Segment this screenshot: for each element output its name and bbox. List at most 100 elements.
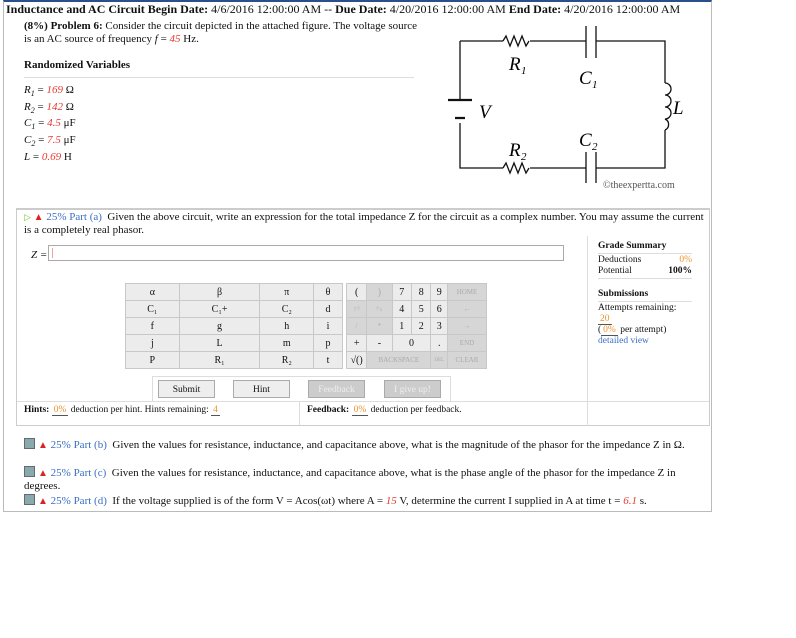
key-variable[interactable]: g <box>178 317 261 335</box>
svg-text:R: R <box>508 54 521 75</box>
key-variable[interactable]: h <box>259 317 315 335</box>
key-variable[interactable]: R₂ <box>259 351 315 369</box>
capacitor-c1-icon <box>585 26 597 58</box>
capacitor-c2-icon <box>585 152 597 183</box>
key-variable[interactable]: j <box>125 334 180 352</box>
key-down[interactable]: ^↓ <box>366 300 393 318</box>
key-6[interactable]: 6 <box>430 300 448 318</box>
key-variable[interactable]: R₁ <box>178 351 261 369</box>
key-up[interactable]: ↑^ <box>345 300 368 318</box>
part-d[interactable]: ▲ 25% Part (d) If the voltage supplied i… <box>24 494 696 508</box>
divider <box>299 401 300 425</box>
key-variable[interactable]: θ <box>313 283 343 301</box>
source-icon <box>448 98 472 120</box>
assignment-header: Inductance and AC Circuit Begin Date: 4/… <box>6 2 681 16</box>
key-variable[interactable]: i <box>313 317 343 335</box>
svg-text:2: 2 <box>592 141 598 153</box>
variable-item: C2 = 7.5 μF <box>24 134 76 149</box>
key-variable[interactable]: π <box>259 283 315 301</box>
problem-statement: (8%) Problem 6: Consider the circuit dep… <box>24 20 418 45</box>
divider <box>587 236 588 426</box>
key-minus[interactable]: - <box>366 334 393 352</box>
part-icon <box>24 438 35 449</box>
svg-text:1: 1 <box>521 65 527 77</box>
divider <box>24 77 414 78</box>
variable-item: R1 = 169 Ω <box>24 84 74 99</box>
variable-item: C1 = 4.5 μF <box>24 117 76 132</box>
resistor-r1-icon <box>502 34 530 48</box>
part-c[interactable]: ▲ 25% Part (c) Given the values for resi… <box>24 466 696 493</box>
variable-item: L = 0.69 H <box>24 150 72 163</box>
key-5[interactable]: 5 <box>410 300 432 318</box>
variable-keypad: α β π θ C₁ C₁+ C₂ d f g h i j Lm p P R₁ R₂ t <box>125 283 343 369</box>
hints-info: Hints: 0% deduction per hint. Hints rema… <box>24 405 220 416</box>
variable-item: R2 = 142 Ω <box>24 100 74 115</box>
answer-input[interactable] <box>48 245 564 261</box>
key-plus[interactable]: + <box>345 334 368 352</box>
key-1[interactable]: 1 <box>391 317 412 335</box>
key-9[interactable]: 9 <box>430 283 448 301</box>
feedback-info: Feedback: 0% deduction per feedback. <box>307 405 462 416</box>
key-sqrt[interactable]: √() <box>345 351 368 369</box>
expand-arrow-icon[interactable]: ▷ <box>24 212 31 222</box>
copyright: ©theexpertta.com <box>603 180 675 191</box>
submit-button[interactable]: Submit <box>158 380 215 398</box>
key-8[interactable]: 8 <box>410 283 432 301</box>
key-variable[interactable]: α <box>125 283 180 301</box>
key-variable[interactable]: p <box>313 334 343 352</box>
key-variable[interactable]: P <box>125 351 180 369</box>
svg-text:L: L <box>672 98 684 119</box>
key-variable[interactable]: β <box>178 283 261 301</box>
give-up-button[interactable]: I give up! <box>384 380 441 398</box>
inductor-icon <box>664 82 672 131</box>
key-variable[interactable]: m <box>259 334 315 352</box>
key-4[interactable]: 4 <box>391 300 412 318</box>
svg-text:2: 2 <box>521 151 527 163</box>
key-clear[interactable]: CLEAR <box>447 351 487 369</box>
key-variable[interactable]: d <box>313 300 343 318</box>
warning-icon: ▲ <box>38 468 48 479</box>
key-del[interactable]: DEL <box>430 351 448 369</box>
warning-icon: ▲ <box>38 496 48 507</box>
key-divide[interactable]: / <box>345 317 368 335</box>
key-dot[interactable]: . <box>430 334 448 352</box>
part-b[interactable]: ▲ 25% Part (b) Given the values for resi… <box>24 438 696 452</box>
randomized-variables-heading: Randomized Variables <box>24 59 131 71</box>
key-variable[interactable]: C₁+ <box>178 300 261 318</box>
key-left[interactable]: ← <box>447 300 487 318</box>
key-0[interactable]: 0 <box>391 334 432 352</box>
key-variable[interactable]: C₂ <box>259 300 315 318</box>
key-variable[interactable]: C₁ <box>125 300 180 318</box>
svg-text:C: C <box>579 130 592 151</box>
key-variable[interactable]: f <box>125 317 180 335</box>
feedback-button[interactable]: Feedback <box>308 380 365 398</box>
key-backspace[interactable]: BACKSPACE <box>366 351 432 369</box>
key-home[interactable]: HOME <box>447 283 487 301</box>
key-rparen[interactable]: ) <box>366 283 393 301</box>
key-7[interactable]: 7 <box>391 283 412 301</box>
warning-icon: ▲ <box>38 440 48 451</box>
part-icon <box>24 466 35 477</box>
key-multiply[interactable]: * <box>366 317 393 335</box>
key-variable[interactable]: t <box>313 351 343 369</box>
svg-text:R: R <box>508 140 521 161</box>
resistor-r2-icon <box>502 161 530 175</box>
key-end[interactable]: END <box>447 334 487 352</box>
warning-icon: ▲ <box>33 212 44 223</box>
svg-text:V: V <box>479 102 493 123</box>
circuit-figure: R1 C1 L V R2 C2 <box>448 26 684 183</box>
part-a-question: ▷ ▲ 25% Part (a) Given the above circuit… <box>24 211 704 236</box>
key-right[interactable]: → <box>447 317 487 335</box>
hint-button[interactable]: Hint <box>233 380 290 398</box>
z-label: Z = <box>31 249 48 261</box>
grade-summary: Grade Summary Deductions 0% Potential 100%… <box>598 241 692 347</box>
detailed-view-link[interactable]: detailed view <box>598 336 692 347</box>
part-icon <box>24 494 35 505</box>
key-3[interactable]: 3 <box>430 317 448 335</box>
variables-list: R1 = 169 Ω R2 = 142 Ω C1 = 4.5 μF C2 = 7.5 … <box>24 84 76 167</box>
svg-text:1: 1 <box>592 79 598 91</box>
key-2[interactable]: 2 <box>410 317 432 335</box>
key-variable[interactable]: L <box>178 334 261 352</box>
operator-keypad: () 7 8 9 HOME ↑^ ^↓ 4 5 6 ← / * 1 2 3 → + -0. END √() BAC… <box>345 283 487 369</box>
key-lparen[interactable]: ( <box>345 283 368 301</box>
